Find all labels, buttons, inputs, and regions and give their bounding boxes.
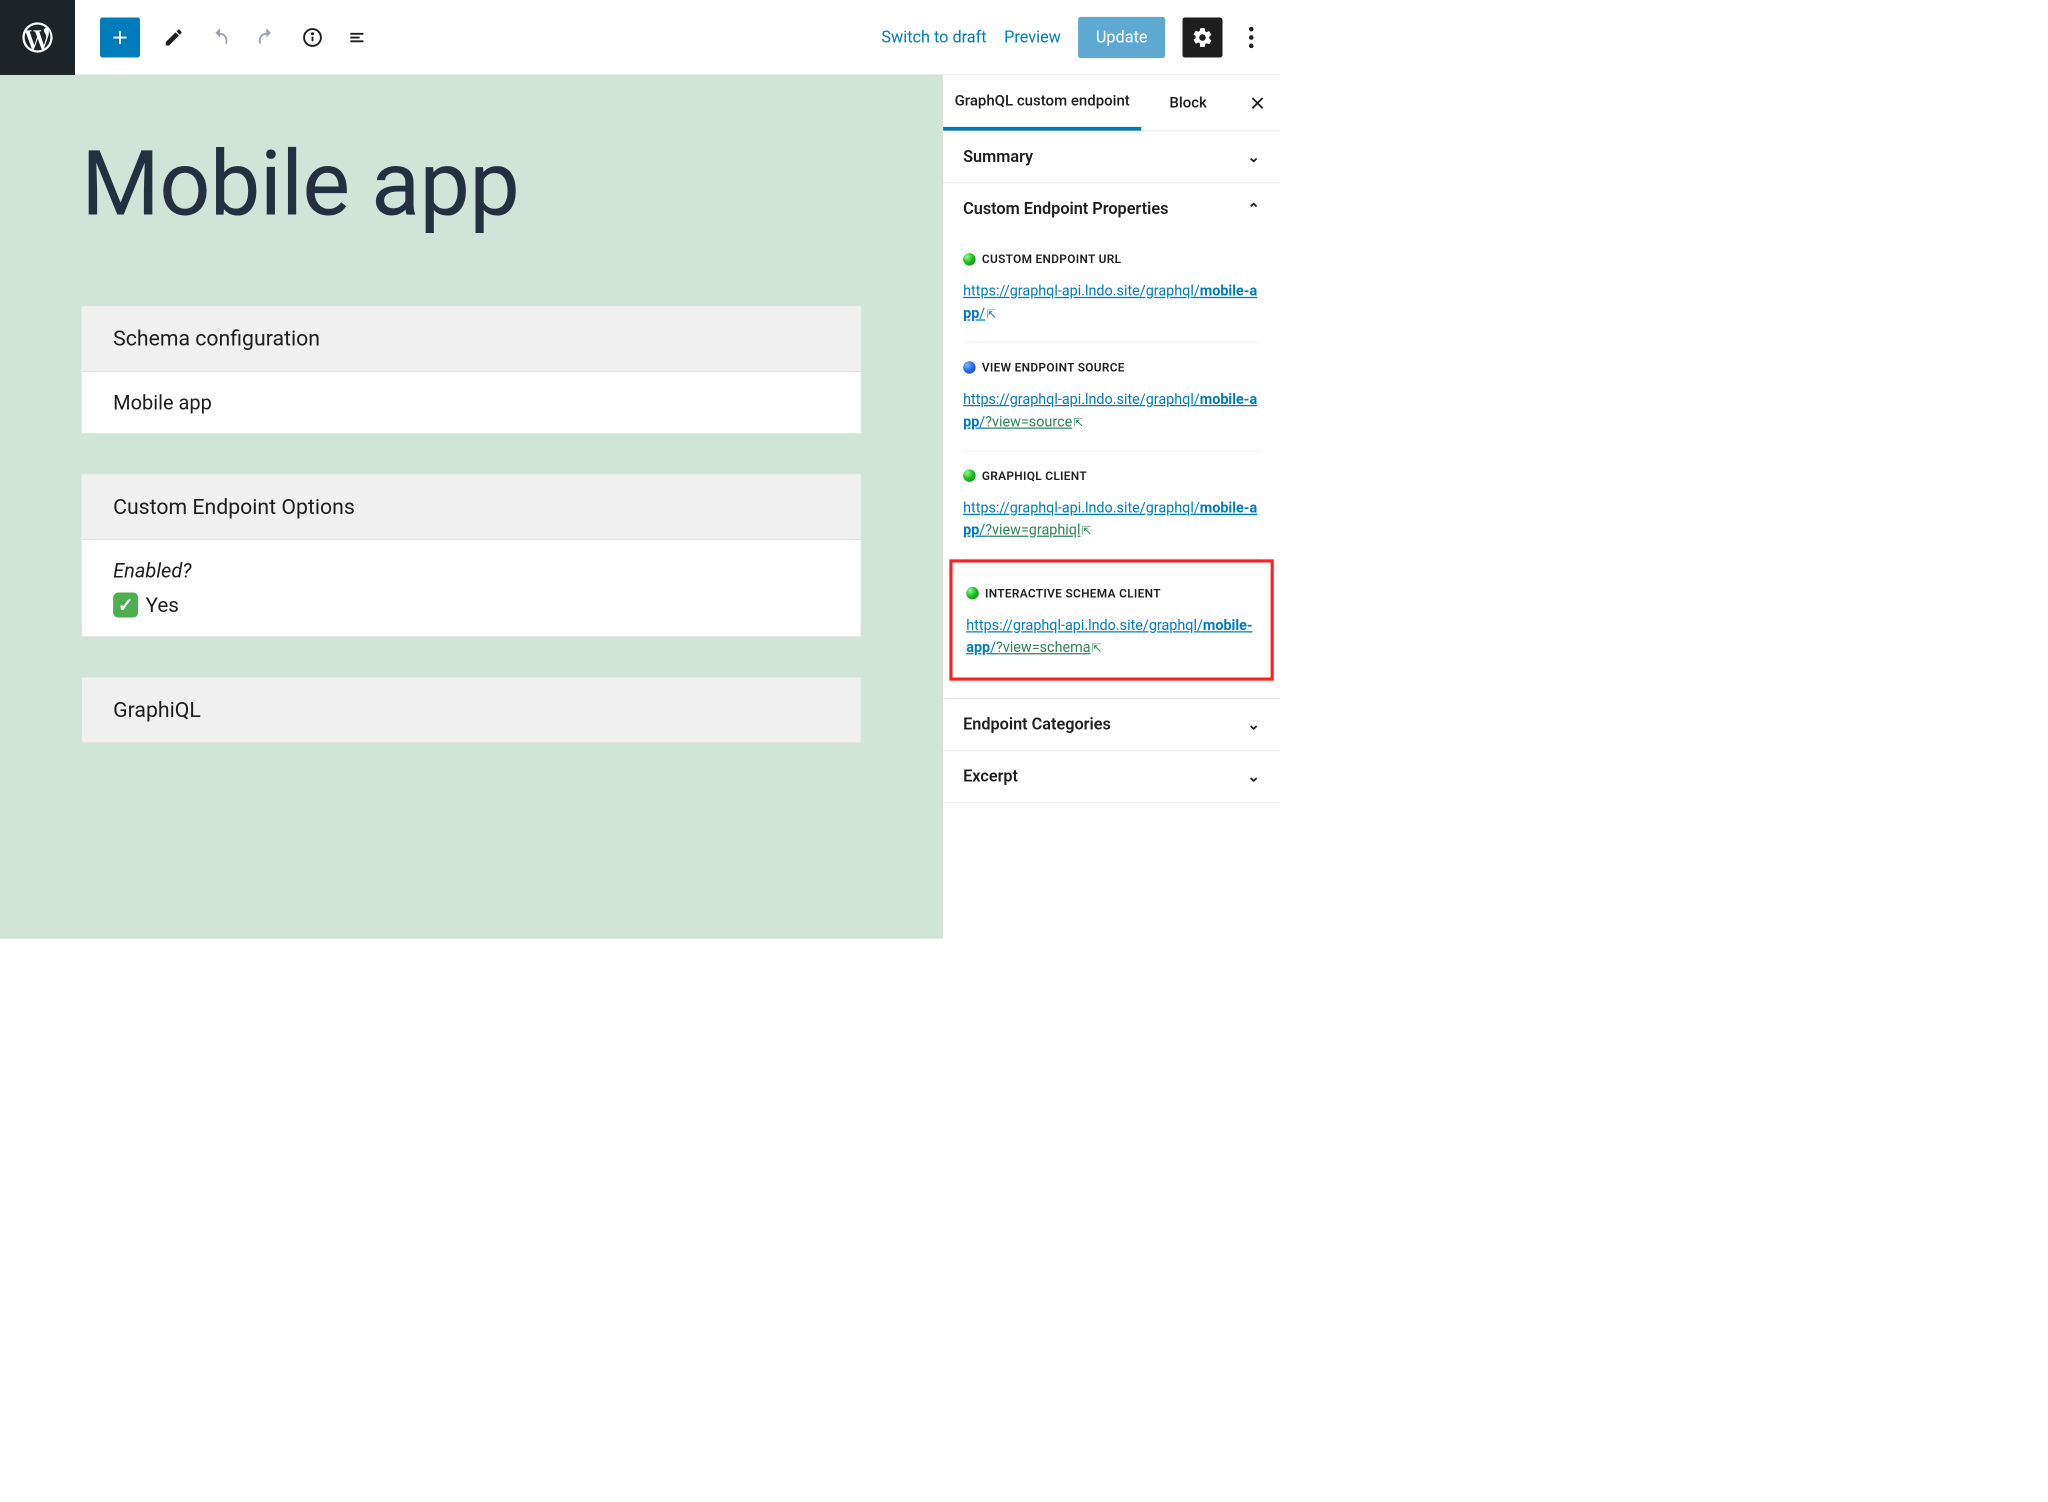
chevron-up-icon: ⌃ — [1247, 200, 1260, 218]
chevron-down-icon: ⌄ — [1247, 148, 1260, 166]
block-value: Mobile app — [82, 372, 861, 433]
list-view-icon[interactable] — [339, 17, 379, 57]
enabled-value: Yes — [146, 593, 179, 617]
view-endpoint-source-section: VIEW ENDPOINT SOURCE https://graphql-api… — [963, 343, 1260, 451]
panel-title: Excerpt — [963, 767, 1018, 786]
block-header: Custom Endpoint Options — [82, 474, 861, 540]
info-icon[interactable] — [293, 17, 333, 57]
custom-endpoint-url-link[interactable]: https://graphql-api.lndo.site/graphql/mo… — [963, 280, 1260, 325]
tab-graphql-custom-endpoint[interactable]: GraphQL custom endpoint — [943, 75, 1141, 131]
top-toolbar: Switch to draft Preview Update — [0, 0, 1280, 75]
block-header: Schema configuration — [82, 306, 861, 372]
panel-excerpt[interactable]: Excerpt ⌄ — [943, 751, 1280, 802]
status-dot-icon — [963, 469, 976, 482]
status-dot-icon — [963, 361, 976, 374]
close-sidebar-button[interactable] — [1235, 75, 1280, 131]
chevron-down-icon: ⌄ — [1247, 768, 1260, 786]
external-link-icon: ⇱ — [986, 308, 995, 321]
graphiql-block[interactable]: GraphiQL — [81, 677, 861, 744]
external-link-icon: ⇱ — [1092, 642, 1101, 655]
external-link-icon: ⇱ — [1073, 416, 1082, 429]
settings-button[interactable] — [1183, 17, 1223, 57]
panel-custom-endpoint-properties[interactable]: Custom Endpoint Properties ⌃ — [943, 183, 1280, 234]
more-options-button[interactable] — [1240, 25, 1263, 50]
prop-label: VIEW ENDPOINT SOURCE — [982, 360, 1125, 374]
undo-button[interactable] — [200, 17, 240, 57]
custom-endpoint-options-block[interactable]: Custom Endpoint Options Enabled? ✓ Yes — [81, 474, 861, 637]
prop-label: CUSTOM ENDPOINT URL — [982, 252, 1121, 266]
panel-title: Summary — [963, 148, 1033, 167]
redo-button[interactable] — [246, 17, 286, 57]
settings-sidebar: GraphQL custom endpoint Block Summary ⌄ … — [943, 75, 1281, 939]
preview-link[interactable]: Preview — [1004, 28, 1061, 47]
editor-canvas: Mobile app Schema configuration Mobile a… — [0, 75, 943, 939]
enabled-label: Enabled? — [113, 559, 829, 583]
external-link-icon: ⇱ — [1082, 525, 1091, 538]
page-title[interactable]: Mobile app — [81, 131, 861, 237]
panel-summary[interactable]: Summary ⌄ — [943, 131, 1280, 182]
check-icon: ✓ — [113, 593, 138, 618]
prop-label: GRAPHIQL CLIENT — [982, 468, 1087, 482]
chevron-down-icon: ⌄ — [1247, 716, 1260, 734]
status-dot-icon — [966, 587, 979, 600]
panel-title: Custom Endpoint Properties — [963, 199, 1168, 218]
highlighted-section: INTERACTIVE SCHEMA CLIENT https://graphq… — [949, 559, 1273, 680]
tab-block[interactable]: Block — [1141, 75, 1235, 131]
update-button[interactable]: Update — [1078, 17, 1165, 58]
panel-endpoint-categories[interactable]: Endpoint Categories ⌄ — [943, 699, 1280, 750]
block-header: GraphiQL — [82, 678, 861, 744]
status-dot-icon — [963, 253, 976, 266]
graphiql-client-section: GRAPHIQL CLIENT https://graphql-api.lndo… — [963, 451, 1260, 559]
add-block-button[interactable] — [100, 17, 140, 57]
wordpress-logo[interactable] — [0, 0, 75, 75]
interactive-schema-link[interactable]: https://graphql-api.lndo.site/graphql/mo… — [966, 614, 1257, 659]
edit-icon[interactable] — [154, 17, 194, 57]
interactive-schema-client-section: INTERACTIVE SCHEMA CLIENT https://graphq… — [966, 569, 1257, 659]
prop-label: INTERACTIVE SCHEMA CLIENT — [985, 586, 1161, 600]
panel-title: Endpoint Categories — [963, 715, 1111, 734]
schema-configuration-block[interactable]: Schema configuration Mobile app — [81, 306, 861, 434]
switch-to-draft-link[interactable]: Switch to draft — [881, 28, 986, 47]
custom-endpoint-url-section: CUSTOM ENDPOINT URL https://graphql-api.… — [963, 234, 1260, 342]
graphiql-client-link[interactable]: https://graphql-api.lndo.site/graphql/mo… — [963, 497, 1260, 542]
view-source-link[interactable]: https://graphql-api.lndo.site/graphql/mo… — [963, 388, 1260, 433]
